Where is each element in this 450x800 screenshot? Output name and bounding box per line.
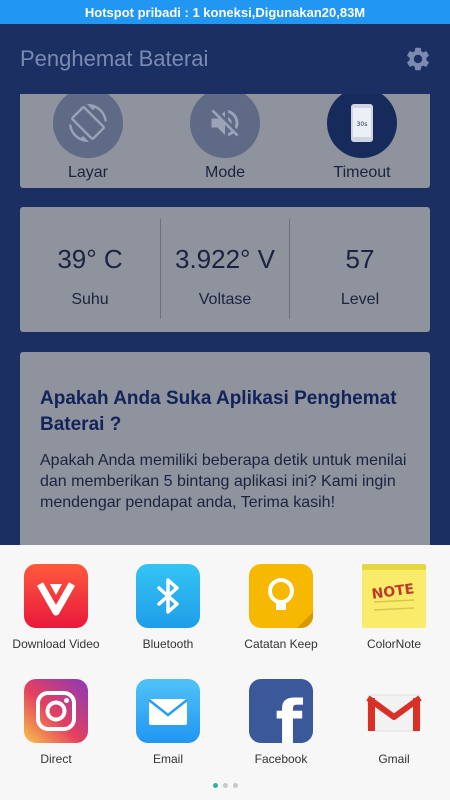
- stat-voltase-value: 3.922° V: [174, 244, 276, 274]
- rate-body: Apakah Anda memiliki beberapa detik untu…: [40, 452, 407, 511]
- stat-level-value: 57: [345, 244, 375, 274]
- page-dot[interactable]: [212, 783, 218, 788]
- stat-suhu-label: Suhu: [71, 291, 109, 308]
- keep-notes-icon: [249, 564, 313, 628]
- mode-timeout-button[interactable]: 30s Timeout: [302, 94, 422, 182]
- share-direct-label: Direct: [40, 752, 72, 766]
- bluetooth-icon: [136, 564, 200, 628]
- share-direct[interactable]: Direct: [0, 679, 112, 766]
- mode-timeout-label: Timeout: [333, 164, 391, 181]
- share-colornote-label: ColorNote: [366, 637, 422, 651]
- mode-layar-label: Layar: [67, 164, 109, 181]
- app-bar: Penghemat Baterai: [0, 24, 450, 94]
- stat-voltase-label: Voltase: [198, 291, 252, 308]
- share-facebook-label: Facebook: [254, 752, 308, 766]
- status-bar-text: Hotspot pribadi : 1 koneksi,Digunakan20,…: [84, 4, 366, 20]
- stat-suhu: 39° C Suhu: [20, 207, 160, 332]
- screen-rotation-icon: [53, 94, 123, 158]
- mode-mode-button[interactable]: Mode: [165, 94, 285, 182]
- stat-suhu-value: 39° C: [57, 244, 123, 274]
- share-sheet: Download Video Bluetooth Catatan Keep NO…: [0, 545, 450, 800]
- instagram-direct-icon: [24, 679, 88, 743]
- share-gmail[interactable]: Gmail: [338, 679, 450, 766]
- status-bar: Hotspot pribadi : 1 koneksi,Digunakan20,…: [0, 0, 450, 24]
- mode-layar-button[interactable]: Layar: [28, 94, 148, 182]
- rate-title: Apakah Anda Suka Aplikasi Penghemat Bate…: [40, 388, 397, 435]
- share-download-video[interactable]: Download Video: [0, 564, 112, 651]
- modes-card: Layar Mode 30s Timeout: [20, 94, 430, 188]
- share-bluetooth[interactable]: Bluetooth: [112, 564, 224, 651]
- page-indicator: [0, 783, 450, 788]
- volume-off-icon: [190, 94, 260, 158]
- colornote-icon: NOTE: [362, 564, 426, 628]
- facebook-icon-text: f: [276, 687, 304, 743]
- share-email[interactable]: Email: [112, 679, 224, 766]
- stat-level: 57 Level: [290, 207, 430, 332]
- stat-voltase: 3.922° V Voltase: [161, 207, 289, 332]
- share-bluetooth-label: Bluetooth: [142, 637, 194, 651]
- timeout-icon-text: 30s: [357, 121, 368, 128]
- share-catatan-keep-label: Catatan Keep: [244, 637, 318, 651]
- gear-icon: [407, 47, 429, 71]
- app-title: Penghemat Baterai: [20, 46, 209, 71]
- vidmate-icon: [24, 564, 88, 628]
- stat-level-label: Level: [340, 291, 380, 308]
- gmail-icon: [362, 679, 426, 743]
- share-catatan-keep[interactable]: Catatan Keep: [225, 564, 337, 651]
- share-email-label: Email: [152, 752, 183, 766]
- share-facebook[interactable]: f Facebook: [225, 679, 337, 766]
- settings-button[interactable]: [396, 37, 440, 81]
- share-gmail-label: Gmail: [378, 752, 410, 766]
- page-dot[interactable]: [232, 783, 238, 788]
- share-download-video-label: Download Video: [12, 637, 100, 651]
- page-dot[interactable]: [222, 783, 228, 788]
- mode-mode-label: Mode: [204, 164, 246, 181]
- share-colornote[interactable]: NOTE ColorNote: [338, 564, 450, 651]
- facebook-icon: f: [249, 679, 313, 743]
- stats-card: 39° C Suhu 3.922° V Voltase 57 Level: [20, 207, 430, 332]
- phone-timeout-icon: 30s: [327, 94, 397, 158]
- email-icon: [136, 679, 200, 743]
